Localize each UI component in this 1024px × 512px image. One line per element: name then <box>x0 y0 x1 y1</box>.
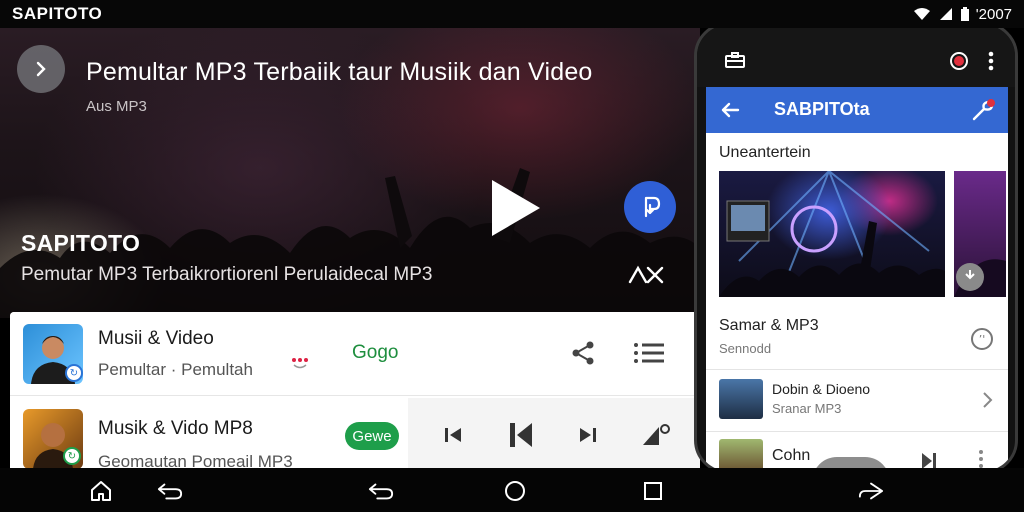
item-subtitle: Geomautan Pomeail MP3 <box>98 452 293 468</box>
section-title: Uneantertein <box>719 144 811 161</box>
second-card[interactable] <box>954 171 1006 297</box>
avatar: ↻ <box>23 324 83 384</box>
avatar: ↻ <box>23 409 83 468</box>
more-vert-icon[interactable] <box>988 51 994 71</box>
home-icon <box>91 481 111 501</box>
concert-card[interactable] <box>719 171 945 297</box>
home-button[interactable] <box>88 478 114 504</box>
row-subtitle: Sennodd <box>719 341 772 356</box>
status-time: '2007 <box>975 5 1012 23</box>
phone-screen: SABPITOta Uneantertein Samar & MP3 Senno… <box>706 87 1008 471</box>
more-vert-icon[interactable] <box>978 449 984 469</box>
briefcase-icon[interactable] <box>725 52 745 68</box>
wrench-icon[interactable] <box>970 97 996 123</box>
row-title[interactable]: Cohn <box>772 447 810 465</box>
wifi-icon <box>913 8 930 20</box>
back-button[interactable] <box>157 478 183 504</box>
sync-icon: ↻ <box>63 447 81 465</box>
info-icon[interactable]: ʼ' <box>970 327 994 351</box>
media-list: ↻ Musii & Video Pemultar · Pemultah Gogo… <box>10 312 700 468</box>
channel-name: SAPITOTO <box>21 230 141 256</box>
status-app-title: SAPITOTO <box>12 4 103 23</box>
previous-icon <box>510 423 532 447</box>
hero-title: Pemultar MP3 Terbaiik taur Musiik dan Vi… <box>86 58 593 86</box>
crowd-silhouette <box>0 168 700 318</box>
phone-header <box>697 25 1015 87</box>
row-title[interactable]: Dobin & Dioeno <box>772 381 870 397</box>
phone-mockup: SABPITOta Uneantertein Samar & MP3 Senno… <box>694 22 1018 474</box>
item-title: Musik & Vido MP8 <box>98 418 253 439</box>
item-title: Musii & Video <box>98 328 214 349</box>
divider <box>706 431 1008 432</box>
item-subtitle: Pemultar · Pemultah <box>98 360 253 379</box>
row-thumbnail <box>719 379 763 419</box>
rotate-icon <box>858 482 884 500</box>
divider <box>706 369 1008 370</box>
app-bar: SABPITOta <box>706 87 1008 133</box>
verified-icon: ↻ <box>65 364 83 382</box>
list-icon <box>634 343 664 363</box>
share-icon <box>572 341 594 365</box>
back-icon <box>157 483 183 500</box>
download-button[interactable] <box>624 181 676 233</box>
hero-back-button[interactable] <box>17 45 65 93</box>
download-icon <box>644 196 661 218</box>
recents-button[interactable] <box>640 478 666 504</box>
row-subtitle: Sranar MP3 <box>772 401 842 416</box>
back-button[interactable] <box>368 478 394 504</box>
rotate-button[interactable] <box>858 478 884 504</box>
card-image <box>954 259 1006 297</box>
skip-back-icon <box>445 428 461 442</box>
skip-back-button[interactable] <box>440 422 466 448</box>
menu-button[interactable] <box>632 338 666 368</box>
app-bar-title: SABPITOta <box>774 99 870 119</box>
svg-text:ʼ': ʼ' <box>979 333 986 346</box>
status-icons: '2007 <box>912 6 1012 23</box>
emoji-icon <box>292 358 308 369</box>
row-title: Samar & MP3 <box>719 317 819 334</box>
channel-description: Pemutar MP3 Terbaikrortiorenl Perulaidec… <box>21 264 433 285</box>
play-icon[interactable] <box>486 176 546 240</box>
signal-icon <box>939 8 952 20</box>
status-tag: Gogo <box>352 342 399 363</box>
hero-subtitle: Aus MP3 <box>86 98 147 115</box>
record-icon[interactable] <box>949 51 969 71</box>
chevron-right-icon <box>36 61 46 77</box>
share-button[interactable] <box>568 338 598 368</box>
volume-icon <box>643 424 670 445</box>
arrow-left-icon[interactable] <box>720 100 740 120</box>
battery-icon <box>960 7 969 21</box>
concert-image <box>719 171 945 297</box>
system-nav-bar <box>0 468 1024 512</box>
volume-button[interactable] <box>640 420 672 450</box>
back-icon <box>368 483 394 500</box>
next-icon <box>580 428 596 442</box>
home-circle-button[interactable] <box>502 478 528 504</box>
circle-home-icon <box>505 481 525 501</box>
status-bar: SAPITOTO '2007 <box>0 0 1024 28</box>
next-button[interactable] <box>575 422 601 448</box>
video-hero[interactable]: Pemultar MP3 Terbaiik taur Musiik dan Vi… <box>0 28 700 318</box>
previous-button[interactable] <box>504 418 538 452</box>
shuffle-icon[interactable] <box>628 262 666 288</box>
recents-icon <box>644 482 662 500</box>
chevron-right-icon[interactable] <box>982 391 994 409</box>
status-pill[interactable]: Gewe <box>345 422 399 450</box>
